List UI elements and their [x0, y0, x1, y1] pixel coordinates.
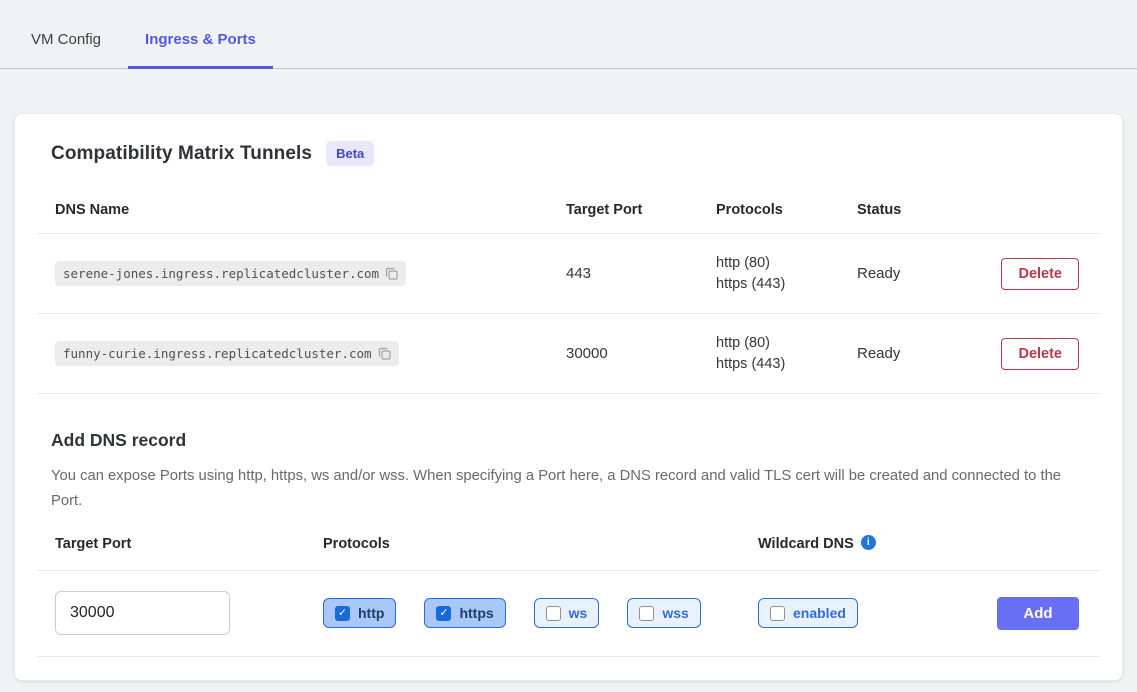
info-icon[interactable]: i [861, 535, 876, 550]
column-header-dns-name: DNS Name [37, 202, 548, 218]
tunnels-card: Compatibility Matrix Tunnels Beta DNS Na… [14, 113, 1123, 681]
status-cell: Ready [839, 265, 980, 282]
add-dns-record-title: Add DNS record [51, 430, 1086, 451]
delete-button[interactable]: Delete [1001, 258, 1079, 290]
checkbox-icon [436, 606, 451, 621]
beta-badge: Beta [326, 141, 374, 166]
protocol-line: https (443) [716, 274, 839, 295]
tab-ingress-ports[interactable]: Ingress & Ports [128, 31, 273, 69]
chip-label: wss [662, 605, 688, 621]
dns-name-pill: funny-curie.ingress.replicatedcluster.co… [55, 341, 399, 366]
add-dns-form: Target Port Protocols Wildcard DNS i htt… [37, 536, 1100, 657]
column-header-protocols: Protocols [698, 202, 839, 218]
chip-label: enabled [793, 605, 846, 621]
dns-name-cell: serene-jones.ingress.replicatedcluster.c… [37, 261, 548, 286]
wildcard-dns-label: Wildcard DNS i [740, 536, 1082, 552]
dns-name-pill: serene-jones.ingress.replicatedcluster.c… [55, 261, 406, 286]
wildcard-dns-cell: enabled [740, 598, 979, 628]
actions-cell: Delete [980, 258, 1100, 290]
wildcard-enabled-checkbox[interactable]: enabled [758, 598, 858, 628]
target-port-cell: 443 [548, 265, 698, 282]
tab-vm-config[interactable]: VM Config [14, 31, 118, 69]
target-port-input[interactable] [55, 591, 230, 635]
protocol-checkbox-http[interactable]: http [323, 598, 396, 628]
checkbox-icon [335, 606, 350, 621]
protocol-line: http (80) [716, 253, 839, 274]
form-labels-row: Target Port Protocols Wildcard DNS i [37, 536, 1100, 570]
protocol-checkbox-group: http https ws wss [305, 598, 740, 628]
tunnels-table: DNS Name Target Port Protocols Status se… [37, 186, 1100, 394]
status-cell: Ready [839, 345, 980, 362]
copy-icon[interactable] [385, 267, 398, 280]
protocols-cell: http (80) https (443) [698, 253, 839, 295]
protocol-checkbox-ws[interactable]: ws [534, 598, 600, 628]
copy-icon[interactable] [378, 347, 391, 360]
protocols-cell: http (80) https (443) [698, 333, 839, 375]
add-button[interactable]: Add [997, 597, 1079, 630]
table-row: funny-curie.ingress.replicatedcluster.co… [37, 314, 1100, 394]
chip-label: https [459, 605, 493, 621]
target-port-cell: 30000 [548, 345, 698, 362]
dns-name-text: funny-curie.ingress.replicatedcluster.co… [63, 346, 372, 361]
form-inputs-row: http https ws wss enabled [37, 570, 1100, 657]
chip-label: http [358, 605, 384, 621]
card-title: Compatibility Matrix Tunnels [51, 143, 312, 165]
card-header: Compatibility Matrix Tunnels Beta [15, 114, 1122, 166]
target-port-cell [37, 591, 305, 635]
checkbox-icon [770, 606, 785, 621]
delete-button[interactable]: Delete [1001, 338, 1079, 370]
protocol-line: https (443) [716, 354, 839, 375]
protocol-checkbox-https[interactable]: https [424, 598, 505, 628]
dns-name-text: serene-jones.ingress.replicatedcluster.c… [63, 266, 379, 281]
add-dns-record-description: You can expose Ports using http, https, … [51, 464, 1071, 514]
protocol-checkbox-wss[interactable]: wss [627, 598, 700, 628]
dns-name-cell: funny-curie.ingress.replicatedcluster.co… [37, 341, 548, 366]
tab-bar: VM Config Ingress & Ports [0, 0, 1137, 69]
checkbox-icon [546, 606, 561, 621]
table-header-row: DNS Name Target Port Protocols Status [37, 186, 1100, 234]
chip-label: ws [569, 605, 588, 621]
actions-cell: Delete [980, 338, 1100, 370]
column-header-target-port: Target Port [548, 202, 698, 218]
protocols-label: Protocols [305, 536, 740, 552]
target-port-label: Target Port [37, 536, 305, 552]
protocol-line: http (80) [716, 333, 839, 354]
column-header-status: Status [839, 202, 980, 218]
table-row: serene-jones.ingress.replicatedcluster.c… [37, 234, 1100, 314]
checkbox-icon [639, 606, 654, 621]
add-button-cell: Add [979, 597, 1100, 630]
